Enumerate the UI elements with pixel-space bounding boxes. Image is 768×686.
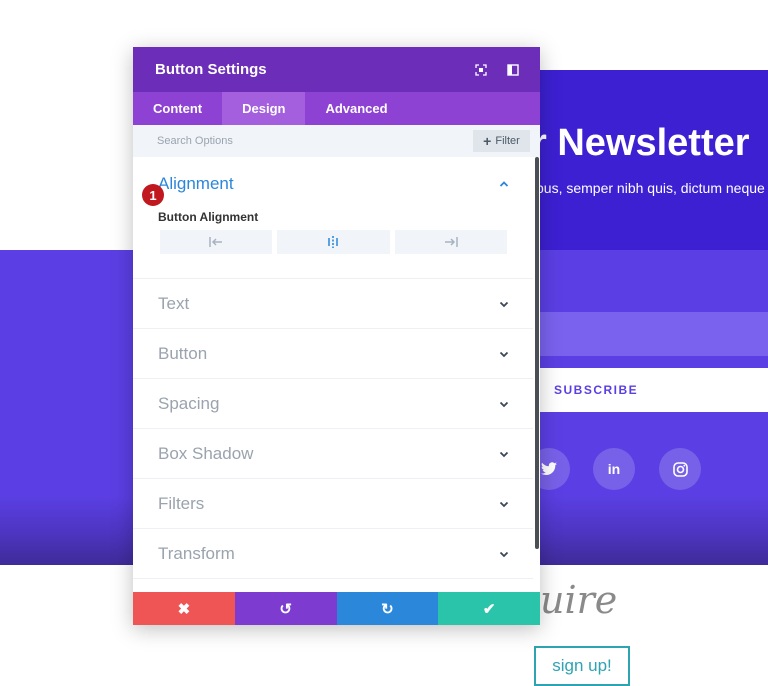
align-left-button[interactable] <box>160 230 273 254</box>
section-alignment: Alignment Button Alignment <box>133 157 533 279</box>
search-bar: Search Options + Filter <box>133 125 540 157</box>
settings-content: Alignment Button Alignment Text Button S… <box>133 157 533 592</box>
section-alignment-title[interactable]: Alignment <box>158 174 234 194</box>
chevron-down-icon <box>499 451 509 458</box>
instagram-icon[interactable] <box>659 448 701 490</box>
section-transform-title: Transform <box>158 544 235 563</box>
scrollbar-thumb[interactable] <box>535 157 539 549</box>
search-input[interactable]: Search Options <box>157 135 233 147</box>
script-heading: uire <box>540 578 618 622</box>
linkedin-icon[interactable]: in <box>593 448 635 490</box>
align-right-icon <box>444 237 458 247</box>
section-button-title: Button <box>158 344 208 363</box>
align-left-icon <box>209 237 223 247</box>
section-spacing-title: Spacing <box>158 394 220 413</box>
name-field[interactable] <box>536 262 768 306</box>
section-text-title: Text <box>158 294 190 313</box>
sidebar-toggle-icon[interactable] <box>507 63 519 76</box>
filter-label: Filter <box>495 135 520 147</box>
chevron-down-icon <box>499 351 509 358</box>
button-alignment-label: Button Alignment <box>158 210 259 224</box>
discard-button[interactable]: ✖ <box>133 592 235 625</box>
chevron-down-icon <box>499 301 509 308</box>
scrollbar[interactable] <box>533 157 540 549</box>
redo-button[interactable]: ↻ <box>336 592 439 625</box>
modal-header[interactable]: Button Settings <box>133 47 540 92</box>
align-center-icon <box>328 236 339 248</box>
expand-icon[interactable] <box>475 63 487 76</box>
step-number-badge: 1 <box>142 184 164 206</box>
tab-content[interactable]: Content <box>133 92 222 125</box>
section-spacing[interactable]: Spacing <box>133 379 533 429</box>
section-box-shadow-title: Box Shadow <box>158 444 254 463</box>
button-settings-modal: Button Settings Content Design Advanced … <box>133 47 540 625</box>
tab-design[interactable]: Design <box>222 92 306 125</box>
section-transform[interactable]: Transform <box>133 529 533 579</box>
undo-button[interactable]: ↺ <box>234 592 337 625</box>
chevron-up-icon[interactable] <box>499 179 509 189</box>
section-text[interactable]: Text <box>133 279 533 329</box>
align-right-button[interactable] <box>394 230 507 254</box>
modal-title: Button Settings <box>155 61 267 78</box>
newsletter-subtitle: pus, semper nibh quis, dictum neque <box>536 180 765 196</box>
signup-button[interactable]: sign up! <box>534 646 630 686</box>
chevron-down-icon <box>499 401 509 408</box>
tab-advanced[interactable]: Advanced <box>305 92 407 125</box>
align-center-button[interactable] <box>277 230 390 254</box>
modal-footer: ✖ ↺ ↻ ✔ <box>133 592 540 625</box>
email-field[interactable] <box>536 312 768 356</box>
newsletter-title: r Newsletter <box>532 122 750 164</box>
plus-icon: + <box>483 133 492 149</box>
chevron-down-icon <box>499 551 509 558</box>
alignment-options <box>160 230 507 254</box>
section-button[interactable]: Button <box>133 329 533 379</box>
modal-tabs: Content Design Advanced <box>133 92 540 125</box>
filter-button[interactable]: + Filter <box>473 130 530 152</box>
chevron-down-icon <box>499 501 509 508</box>
section-box-shadow[interactable]: Box Shadow <box>133 429 533 479</box>
section-filters-title: Filters <box>158 494 205 513</box>
section-filters[interactable]: Filters <box>133 479 533 529</box>
save-button[interactable]: ✔ <box>438 592 540 625</box>
linkedin-glyph: in <box>607 461 621 477</box>
subscribe-button[interactable]: SUBSCRIBE <box>536 368 768 412</box>
